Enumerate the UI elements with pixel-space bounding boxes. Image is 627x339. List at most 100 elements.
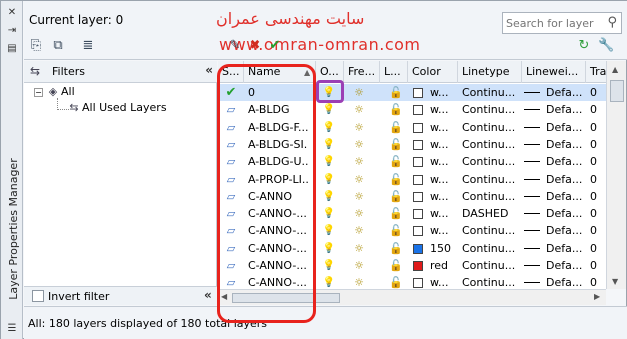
- layer-color[interactable]: w...: [430, 274, 458, 289]
- refresh-icon[interactable]: ↻: [576, 38, 592, 54]
- layer-color[interactable]: w...: [430, 188, 458, 205]
- color-swatch[interactable]: [413, 174, 423, 185]
- color-swatch[interactable]: [413, 122, 423, 133]
- collapse-filters-icon[interactable]: «: [205, 63, 213, 77]
- vertical-scroll-thumb[interactable]: [610, 80, 624, 102]
- unlock-icon[interactable]: 🔓: [388, 222, 404, 239]
- unlock-icon[interactable]: 🔓: [388, 136, 404, 153]
- color-swatch[interactable]: [413, 278, 423, 289]
- layer-states-icon[interactable]: ≣: [80, 38, 96, 54]
- sun-thaw-icon[interactable]: ☼: [351, 257, 367, 274]
- search-icon[interactable]: ⚲: [607, 15, 617, 30]
- color-swatch[interactable]: [413, 105, 423, 116]
- unlock-icon[interactable]: 🔓: [388, 101, 404, 118]
- collapse-panel-icon[interactable]: «: [204, 288, 212, 302]
- layer-linetype[interactable]: Continu...: [462, 101, 520, 118]
- search-input[interactable]: [506, 15, 601, 32]
- lightbulb-on-icon[interactable]: 💡: [322, 274, 336, 289]
- invert-filter-checkbox[interactable]: [32, 290, 44, 302]
- layer-linetype[interactable]: Continu...: [462, 171, 520, 188]
- color-swatch[interactable]: [413, 209, 423, 220]
- layer-linetype[interactable]: Continu...: [462, 153, 520, 170]
- color-swatch[interactable]: [413, 139, 423, 150]
- sun-thaw-icon[interactable]: ☼: [351, 171, 367, 188]
- sun-thaw-icon[interactable]: ☼: [351, 101, 367, 118]
- lightbulb-on-icon[interactable]: 💡: [322, 188, 336, 205]
- properties-menu-icon[interactable]: ▤: [6, 43, 18, 55]
- lightbulb-on-icon[interactable]: 💡: [322, 171, 336, 188]
- layer-lineweight[interactable]: Defa...: [546, 119, 586, 136]
- layer-linetype[interactable]: Continu...: [462, 188, 520, 205]
- layer-linetype[interactable]: Continu...: [462, 84, 520, 101]
- sun-thaw-icon[interactable]: ☼: [351, 136, 367, 153]
- lightbulb-on-icon[interactable]: 💡: [322, 257, 336, 274]
- tree-item-all-used-layers[interactable]: ⇆ All Used Layers: [66, 101, 166, 114]
- unlock-icon[interactable]: 🔓: [388, 153, 404, 170]
- sun-thaw-icon[interactable]: ☼: [351, 153, 367, 170]
- tree-collapse-icon[interactable]: −: [34, 87, 43, 97]
- layer-linetype[interactable]: Continu...: [462, 274, 520, 289]
- layer-color[interactable]: red: [430, 257, 458, 274]
- layer-lineweight[interactable]: Defa...: [546, 257, 586, 274]
- unlock-icon[interactable]: 🔓: [388, 257, 404, 274]
- color-swatch[interactable]: [413, 226, 423, 237]
- lightbulb-on-icon[interactable]: 💡: [322, 240, 336, 257]
- sun-thaw-icon[interactable]: ☼: [351, 205, 367, 222]
- layer-lineweight[interactable]: Defa...: [546, 101, 586, 118]
- layer-lineweight[interactable]: Defa...: [546, 188, 586, 205]
- unlock-icon[interactable]: 🔓: [388, 119, 404, 136]
- layer-linetype[interactable]: Continu...: [462, 240, 520, 257]
- new-property-filter-icon[interactable]: ⎘: [28, 38, 44, 54]
- layer-lineweight[interactable]: Defa...: [546, 171, 586, 188]
- unlock-icon[interactable]: 🔓: [388, 274, 404, 289]
- color-swatch[interactable]: [413, 191, 423, 202]
- layer-color[interactable]: w...: [430, 153, 458, 170]
- auto-hide-icon[interactable]: ⇥: [6, 25, 18, 37]
- sun-thaw-icon[interactable]: ☼: [351, 222, 367, 239]
- column-header-linetype[interactable]: Linetype: [458, 61, 522, 83]
- sun-thaw-icon[interactable]: ☼: [351, 119, 367, 136]
- unlock-icon[interactable]: 🔓: [388, 84, 404, 101]
- lightbulb-on-icon[interactable]: 💡: [322, 136, 336, 153]
- lightbulb-on-icon[interactable]: 💡: [322, 119, 336, 136]
- unlock-icon[interactable]: 🔓: [388, 188, 404, 205]
- lightbulb-on-icon[interactable]: 💡: [322, 101, 336, 118]
- layer-lineweight[interactable]: Defa...: [546, 222, 586, 239]
- palette-title-strip[interactable]: ✕ ⇥ ▤ Layer Properties Manager ☰: [1, 1, 23, 339]
- settings-icon[interactable]: 🔧: [598, 38, 614, 54]
- unlock-icon[interactable]: 🔓: [388, 240, 404, 257]
- layer-color[interactable]: w...: [430, 136, 458, 153]
- layer-color[interactable]: w...: [430, 171, 458, 188]
- scroll-right-icon[interactable]: ▶: [594, 292, 600, 301]
- color-swatch[interactable]: [413, 261, 423, 271]
- layer-lineweight[interactable]: Defa...: [546, 205, 586, 222]
- layer-lineweight[interactable]: Defa...: [546, 240, 586, 257]
- layer-lineweight[interactable]: Defa...: [546, 136, 586, 153]
- column-header-lineweight[interactable]: Linewei...: [522, 61, 586, 83]
- layer-color[interactable]: w...: [430, 205, 458, 222]
- layer-linetype[interactable]: Continu...: [462, 257, 520, 274]
- lightbulb-on-icon[interactable]: 💡: [322, 222, 336, 239]
- layer-color[interactable]: w...: [430, 222, 458, 239]
- search-box[interactable]: ⚲: [502, 12, 622, 34]
- sun-thaw-icon[interactable]: ☼: [351, 188, 367, 205]
- set-current-icon[interactable]: ✔: [267, 38, 283, 54]
- layer-linetype[interactable]: Continu...: [462, 136, 520, 153]
- layer-lineweight[interactable]: Defa...: [546, 274, 586, 289]
- new-group-filter-icon[interactable]: ⧉: [50, 38, 66, 54]
- tree-item-all[interactable]: − ◈ All: [34, 85, 75, 98]
- scroll-up-icon[interactable]: ▲: [612, 65, 618, 74]
- layer-linetype[interactable]: Continu...: [462, 222, 520, 239]
- unlock-icon[interactable]: 🔓: [388, 205, 404, 222]
- color-swatch[interactable]: [413, 243, 423, 254]
- delete-layer-icon[interactable]: ✖: [247, 38, 263, 54]
- close-icon[interactable]: ✕: [6, 7, 18, 19]
- sun-thaw-icon[interactable]: ☼: [351, 240, 367, 257]
- unlock-icon[interactable]: 🔓: [388, 171, 404, 188]
- layer-color[interactable]: 150: [430, 240, 458, 257]
- column-header-color[interactable]: Color: [408, 61, 458, 83]
- sun-thaw-icon[interactable]: ☼: [351, 84, 367, 101]
- lightbulb-on-icon[interactable]: 💡: [322, 205, 336, 222]
- layer-color[interactable]: w...: [430, 119, 458, 136]
- vertical-scrollbar[interactable]: ▲ ▼: [606, 61, 626, 289]
